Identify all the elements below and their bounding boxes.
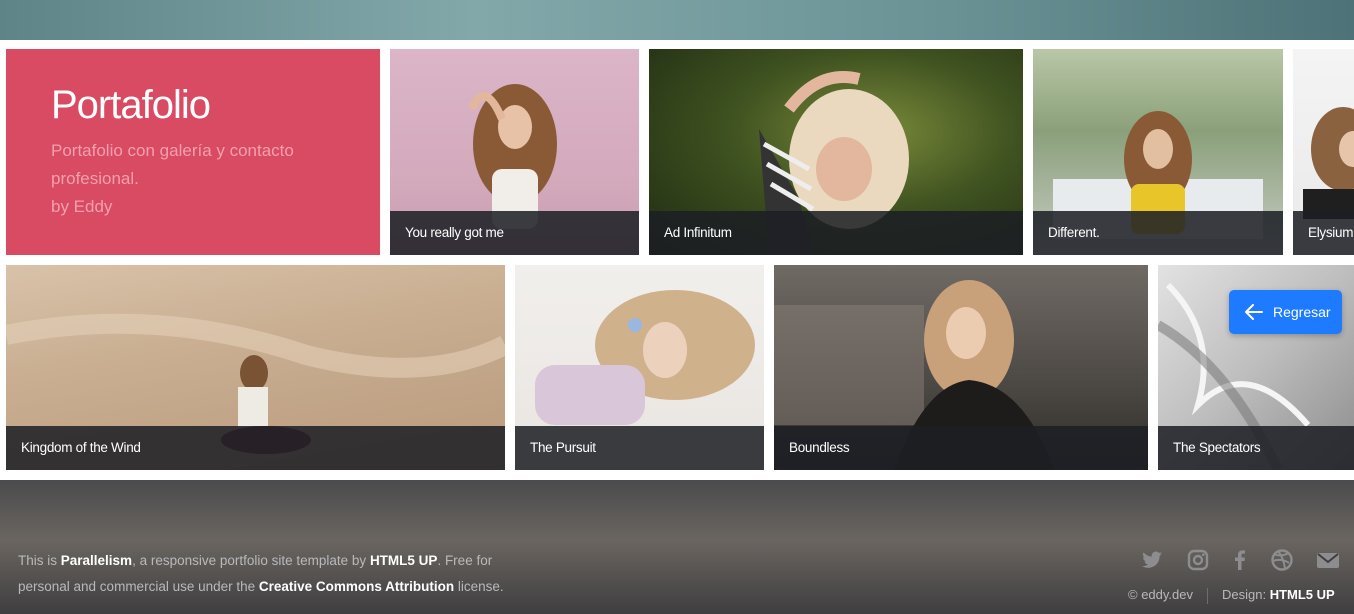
gallery-caption: Different. [1033, 211, 1283, 255]
footer-text-part: . Free for [437, 553, 493, 568]
caption-text: Boundless [789, 440, 850, 455]
footer-text-part: license. [454, 579, 504, 594]
gallery-caption: Ad Infinitum [649, 211, 1023, 255]
footer-credits: © eddy.dev Design: HTML5 UP [1128, 587, 1335, 604]
caption-text: Elysium [1308, 225, 1354, 240]
gallery-item[interactable]: Different. [1033, 49, 1283, 255]
gallery-item[interactable]: The Pursuit [515, 265, 764, 470]
facebook-icon[interactable] [1228, 548, 1252, 572]
caption-text: The Pursuit [530, 440, 596, 455]
template-name-link[interactable]: Parallelism [61, 553, 132, 568]
divider [1207, 587, 1208, 604]
gallery-item[interactable]: Ad Infinitum [649, 49, 1023, 255]
page-title: Portafolio [51, 83, 211, 127]
arrow-left-icon [1245, 304, 1263, 320]
gallery-caption: Boundless [774, 426, 1148, 470]
back-button[interactable]: Regresar [1229, 290, 1342, 334]
design-label: Design: [1222, 587, 1270, 602]
caption-text: Kingdom of the Wind [21, 440, 141, 455]
gallery-caption: Kingdom of the Wind [6, 426, 505, 470]
gallery-item[interactable]: Kingdom of the Wind [6, 265, 505, 470]
design-credit-link[interactable]: HTML5 UP [1270, 587, 1335, 602]
gallery-item[interactable]: Boundless [774, 265, 1148, 470]
caption-text: Ad Infinitum [664, 225, 732, 240]
license-link[interactable]: Creative Commons Attribution [259, 579, 454, 594]
footer-copy: This is Parallelism, a responsive portfo… [18, 548, 538, 600]
html5up-link[interactable]: HTML5 UP [370, 553, 438, 568]
instagram-icon[interactable] [1186, 548, 1210, 572]
footer-text-part: This is [18, 553, 61, 568]
caption-text: Different. [1048, 225, 1100, 240]
back-button-label: Regresar [1273, 304, 1331, 320]
footer-text-part: , a responsive portfolio site template b… [132, 553, 370, 568]
caption-text: The Spectators [1173, 440, 1261, 455]
footer-text-part: personal and commercial use under the [18, 579, 259, 594]
caption-text: You really got me [405, 225, 504, 240]
copyright-text: © eddy.dev [1128, 587, 1193, 602]
gallery-item[interactable]: You really got me [390, 49, 639, 255]
subtitle-line: Portafolio con galería y contacto [51, 141, 294, 160]
page-subtitle: Portafolio con galería y contacto profes… [51, 137, 351, 221]
gallery-caption: The Pursuit [515, 426, 764, 470]
dribbble-icon[interactable] [1270, 548, 1294, 572]
top-background [0, 0, 1354, 40]
subtitle-line: profesional. [51, 169, 139, 188]
gallery-caption: You really got me [390, 211, 639, 255]
twitter-icon[interactable] [1140, 548, 1164, 572]
email-icon[interactable] [1316, 548, 1340, 572]
intro-panel: Portafolio Portafolio con galería y cont… [6, 49, 380, 255]
gallery-item[interactable]: Elysium [1293, 49, 1354, 255]
gallery-caption: The Spectators [1158, 426, 1354, 470]
subtitle-author: by Eddy [51, 197, 113, 216]
gallery-caption: Elysium [1293, 211, 1354, 255]
